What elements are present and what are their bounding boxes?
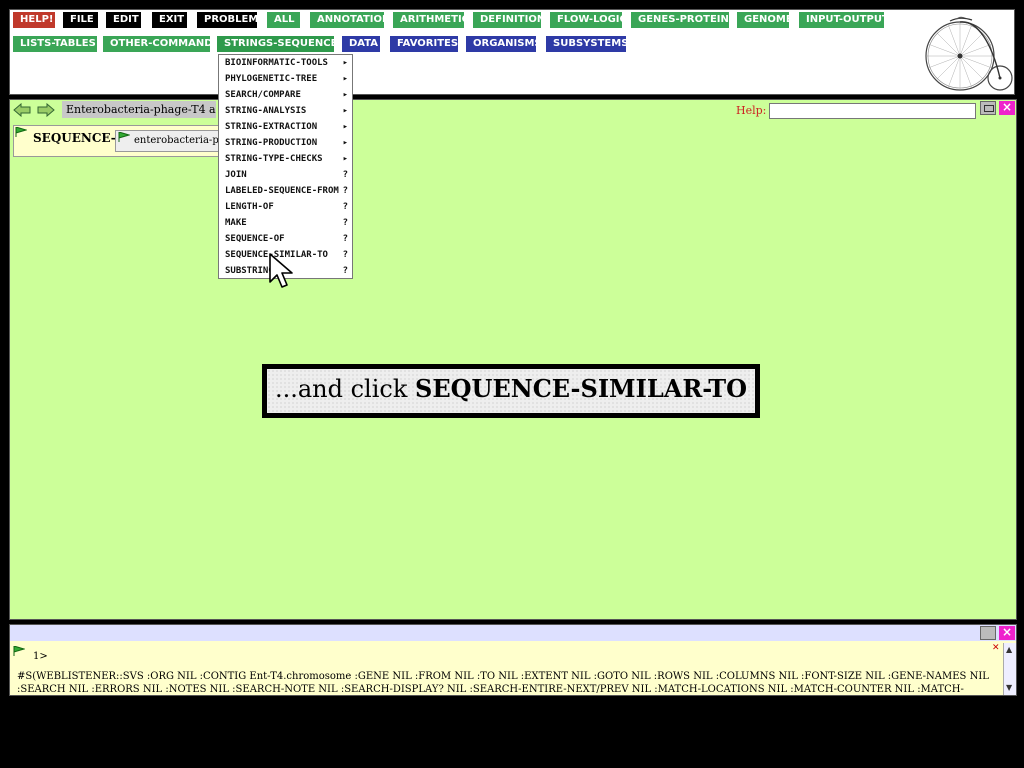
argument-value: enterobacteria-phage-t4 [134, 135, 228, 146]
strings-sequences-dropdown-menu: BIOINFORMATIC-TOOLS ▸ PHYLOGENETIC-TREE ▸ … [218, 54, 353, 279]
annotation-menu-button[interactable]: ANNOTATION [310, 12, 390, 28]
help-button[interactable]: HELP! [13, 12, 55, 28]
menu-item-string-extraction[interactable]: STRING-EXTRACTION ▸ [220, 119, 351, 135]
workspace-panel: Enterobacteria-phage-T4 already 1 Help: … [9, 99, 1017, 620]
submenu-arrow-icon: ▸ [342, 58, 348, 68]
submenu-arrow-icon: ▸ [342, 154, 348, 164]
help-question-icon[interactable]: ? [343, 167, 348, 183]
exit-button[interactable]: EXIT [152, 12, 187, 28]
menu-item-length-of[interactable]: LENGTH-OF? [220, 199, 351, 215]
history-label[interactable]: Enterobacteria-phage-T4 already 1 [62, 101, 216, 118]
command-toolbar: HELP! FILE EDIT EXIT PROBLEM ALL ANNOTAT… [9, 9, 1015, 95]
menu-item-string-type-checks[interactable]: STRING-TYPE-CHECKS ▸ [220, 151, 351, 167]
scroll-up-icon[interactable]: ▲ [1006, 645, 1012, 654]
scroll-down-icon[interactable]: ▼ [1006, 683, 1012, 692]
listener-minimize-button[interactable] [980, 626, 996, 640]
submenu-arrow-icon: ▸ [342, 74, 348, 84]
help-label: Help: [736, 104, 767, 117]
flow-logic-menu-button[interactable]: FLOW-LOGIC [550, 12, 627, 28]
forward-arrow-icon[interactable] [37, 103, 55, 117]
submenu-arrow-icon: ▸ [342, 122, 348, 132]
help-question-icon[interactable]: ? [343, 199, 348, 215]
lists-tables-menu-button[interactable]: LISTS-TABLES [13, 36, 97, 52]
flag-icon[interactable] [118, 132, 130, 142]
submenu-arrow-icon: ▸ [342, 138, 348, 148]
flag-icon[interactable] [13, 646, 25, 656]
help-search-input[interactable] [769, 103, 976, 119]
help-question-icon[interactable]: ? [343, 215, 348, 231]
problem-button[interactable]: PROBLEM [197, 12, 258, 28]
data-menu-button[interactable]: DATA [342, 36, 380, 52]
function-argument-box[interactable]: enterobacteria-phage-t4 [115, 130, 229, 152]
edit-menu-button[interactable]: EDIT [106, 12, 141, 28]
submenu-arrow-icon: ▸ [342, 106, 348, 116]
workspace-close-button[interactable]: × [999, 101, 1015, 115]
sequence-of-function-box[interactable]: SEQUENCE-OF enterobacteria-phage-t4 [13, 125, 229, 157]
penny-farthing-bicycle-logo [925, 16, 1013, 91]
workspace-minimize-button[interactable] [980, 101, 996, 115]
instruction-target: SEQUENCE-SIMILAR-TO [415, 374, 748, 403]
input-output-menu-button[interactable]: INPUT-OUTPUT [799, 12, 889, 28]
listener-prompt: 1> [33, 651, 48, 662]
instruction-text: ...and click SEQUENCE-SIMILAR-TO [265, 367, 757, 415]
menu-item-phylogenetic-tree[interactable]: PHYLOGENETIC-TREE ▸ [220, 71, 351, 87]
menu-item-make[interactable]: MAKE? [220, 215, 351, 231]
definition-menu-button[interactable]: DEFINITION [473, 12, 545, 28]
mouse-pointer-icon [269, 253, 293, 288]
workspace-header: Enterobacteria-phage-T4 already 1 Help: … [10, 100, 1016, 120]
flag-icon[interactable] [15, 127, 27, 137]
all-menu-button[interactable]: ALL [267, 12, 300, 28]
menu-item-string-analysis[interactable]: STRING-ANALYSIS ▸ [220, 103, 351, 119]
arithmetic-menu-button[interactable]: ARITHMETIC [393, 12, 469, 28]
genome-menu-button[interactable]: GENOME [737, 12, 793, 28]
clear-output-icon[interactable]: ✕ [992, 643, 1000, 653]
help-question-icon[interactable]: ? [343, 263, 348, 279]
organisms-menu-button[interactable]: ORGANISMS [466, 36, 542, 52]
listener-scrollbar[interactable]: ▲ ▼ [1003, 643, 1016, 695]
listener-panel: × 1> #S(WEBLISTENER::SVS :ORG NIL :CONTI… [9, 624, 1017, 696]
other-commands-menu-button[interactable]: OTHER-COMMANDS [103, 36, 220, 52]
menu-item-join[interactable]: JOIN? [220, 167, 351, 183]
subsystems-menu-button[interactable]: SUBSYSTEMS [546, 36, 628, 52]
menu-item-labeled-sequence-from[interactable]: LABELED-SEQUENCE-FROM? [220, 183, 351, 199]
file-menu-button[interactable]: FILE [63, 12, 98, 28]
help-question-icon[interactable]: ? [343, 183, 348, 199]
help-question-icon[interactable]: ? [343, 231, 348, 247]
strings-sequences-menu-button[interactable]: STRINGS-SEQUENCES [217, 36, 345, 52]
menu-item-sequence-of[interactable]: SEQUENCE-OF? [220, 231, 351, 247]
menu-item-search-compare[interactable]: SEARCH/COMPARE ▸ [220, 87, 351, 103]
menu-item-bioinformatic-tools[interactable]: BIOINFORMATIC-TOOLS ▸ [220, 55, 351, 71]
instruction-callout: ...and click SEQUENCE-SIMILAR-TO [262, 364, 760, 418]
submenu-arrow-icon: ▸ [342, 90, 348, 100]
favorites-menu-button[interactable]: FAVORITES [390, 36, 458, 52]
genes-proteins-menu-button[interactable]: GENES-PROTEINS [631, 12, 736, 28]
back-arrow-icon[interactable] [13, 103, 31, 117]
listener-close-button[interactable]: × [999, 626, 1015, 640]
listener-output: #S(WEBLISTENER::SVS :ORG NIL :CONTIG Ent… [17, 671, 989, 695]
listener-header: × [10, 625, 1016, 641]
menu-item-string-production[interactable]: STRING-PRODUCTION ▸ [220, 135, 351, 151]
help-question-icon[interactable]: ? [343, 247, 348, 263]
